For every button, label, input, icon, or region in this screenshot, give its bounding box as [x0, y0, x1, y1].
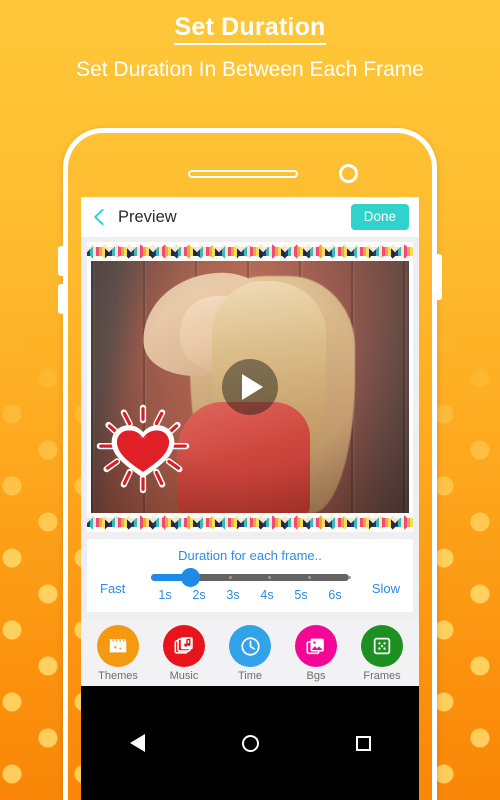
music-icon-circle — [163, 625, 205, 667]
chevron-frame-bottom — [87, 513, 413, 532]
slider-row: Fast 1s 2s 3s 4s 5s 6s Slow — [87, 568, 413, 602]
toolbar-label: Music — [169, 670, 199, 682]
preview-area — [81, 237, 419, 532]
power-button[interactable] — [437, 254, 442, 300]
toolbar-item-bgs[interactable]: Bgs — [283, 625, 349, 682]
music-note-icon — [174, 637, 193, 654]
time-icon-circle — [229, 625, 271, 667]
slider-thumb[interactable] — [181, 568, 201, 587]
slider-tick — [268, 576, 272, 579]
slider-track[interactable] — [151, 568, 351, 587]
slider-label-fast: Fast — [100, 580, 126, 596]
slider-label-slow: Slow — [371, 580, 400, 596]
nav-home-icon[interactable] — [241, 734, 259, 752]
themes-icon-circle — [97, 625, 139, 667]
phone-screen: Preview Done Duration for each frame.. F… — [81, 197, 419, 800]
frames-icon-circle — [361, 625, 403, 667]
slider-tick-labels: 1s 2s 3s 4s 5s 6s — [148, 588, 352, 602]
toolbar-item-frames[interactable]: Frames — [349, 625, 415, 682]
slider-tick — [307, 576, 311, 579]
heart-sticker[interactable] — [95, 402, 191, 494]
chevron-frame-top — [87, 242, 413, 261]
slider-tick-label[interactable]: 5s — [284, 588, 318, 602]
bgs-icon-circle — [295, 625, 337, 667]
toolbar-label: Themes — [98, 670, 138, 682]
nav-recents-icon[interactable] — [355, 735, 371, 751]
page-title: Preview — [118, 207, 177, 226]
slider-tick-label[interactable]: 3s — [216, 588, 250, 602]
duration-slider[interactable]: 1s 2s 3s 4s 5s 6s — [148, 568, 352, 602]
volume-up-button[interactable] — [58, 246, 63, 276]
slider-tick-label[interactable]: 1s — [148, 588, 182, 602]
phone-mockup: Preview Done Duration for each frame.. F… — [58, 128, 442, 800]
android-nav-bar — [81, 686, 419, 800]
frame-grid-icon — [373, 637, 391, 655]
front-camera — [339, 164, 358, 183]
slider-tick-label[interactable]: 6s — [318, 588, 352, 602]
duration-panel: Duration for each frame.. Fast 1s 2s 3s … — [87, 539, 413, 612]
toolbar-item-music[interactable]: Music — [151, 625, 217, 682]
done-button[interactable]: Done — [350, 204, 409, 230]
toolbar-label: Frames — [363, 670, 401, 682]
slider-tick — [228, 576, 232, 579]
play-icon — [242, 374, 263, 400]
image-stack-icon — [306, 638, 324, 655]
toolbar-item-themes[interactable]: Themes — [85, 625, 151, 682]
toolbar-label: Bgs — [306, 670, 326, 682]
app-bar: Preview Done — [81, 197, 419, 237]
photo-frame[interactable] — [87, 242, 413, 532]
slider-tick — [347, 576, 351, 579]
bottom-toolbar: Themes Music Time Bgs Frames — [81, 618, 419, 686]
duration-caption: Duration for each frame.. — [178, 548, 322, 563]
play-button[interactable] — [222, 359, 278, 415]
slider-tick-label[interactable]: 2s — [182, 588, 216, 602]
clock-icon — [240, 636, 260, 656]
nav-back-icon[interactable] — [129, 734, 145, 752]
back-chevron-icon[interactable] — [90, 206, 109, 228]
promo-header: Set Duration Set Duration In Between Eac… — [0, 0, 500, 84]
earpiece-speaker — [188, 170, 298, 178]
slider-tick-label[interactable]: 4s — [250, 588, 284, 602]
toolbar-label: Time — [237, 670, 263, 682]
promo-subtitle: Set Duration In Between Each Frame — [76, 58, 424, 82]
toolbar-item-time[interactable]: Time — [217, 625, 283, 682]
promo-title: Set Duration — [174, 0, 326, 46]
clapperboard-icon — [109, 639, 127, 653]
volume-down-button[interactable] — [58, 284, 63, 314]
